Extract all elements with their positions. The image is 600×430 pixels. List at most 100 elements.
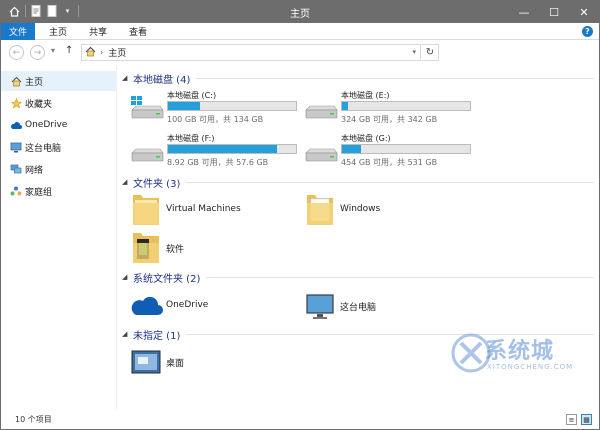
drive-usage-fill bbox=[168, 145, 277, 153]
folder-icon bbox=[130, 229, 162, 267]
drive-free-space: 454 GB 可用，共 531 GB bbox=[341, 158, 438, 167]
group-title: 文件夹 (3) bbox=[133, 178, 181, 190]
folder-virtual-machines[interactable]: Virtual Machines bbox=[130, 191, 330, 229]
desktop-icon bbox=[130, 343, 162, 381]
computer-icon bbox=[10, 141, 22, 153]
sidebar-item-onedrive[interactable]: OneDrive bbox=[1, 115, 117, 135]
drive-usage-bar bbox=[167, 144, 297, 154]
ribbon-tabs: 文件 主页 共享 查看 ? bbox=[1, 23, 599, 40]
desktop-item[interactable]: 桌面 bbox=[130, 343, 330, 381]
group-title: 未指定 (1) bbox=[133, 330, 181, 342]
drive-usage-fill bbox=[342, 145, 362, 153]
status-bar: 10 个项目 ≡ ▦ bbox=[1, 410, 599, 430]
group-title: 系统文件夹 (2) bbox=[133, 273, 201, 285]
properties-icon[interactable] bbox=[29, 5, 42, 18]
folder-label: Windows bbox=[340, 204, 381, 214]
drive-usage-fill bbox=[342, 102, 349, 110]
new-folder-icon[interactable] bbox=[45, 5, 58, 18]
home-icon bbox=[10, 75, 22, 87]
navigation-pane: 主页 收藏夹 OneDrive 这台电脑 网络 家庭组 bbox=[1, 65, 117, 410]
computer-icon bbox=[304, 287, 336, 325]
folder-software[interactable]: 软件 bbox=[130, 229, 330, 267]
sidebar-item-label: 收藏夹 bbox=[25, 99, 53, 110]
onedrive-icon bbox=[130, 287, 163, 325]
breadcrumb-separator[interactable]: › bbox=[100, 48, 103, 57]
drive-usage-fill bbox=[168, 102, 200, 110]
tab-view[interactable]: 查看 bbox=[121, 23, 155, 40]
refresh-button[interactable]: ↻ bbox=[422, 44, 439, 61]
sidebar-item-label: 家庭组 bbox=[25, 187, 53, 198]
address-home-icon bbox=[85, 46, 96, 60]
drive-f[interactable]: 本地磁盘 (F:) 8.92 GB 可用，共 57.6 GB bbox=[130, 133, 305, 169]
customize-toolbar-icon[interactable]: ▾ bbox=[61, 5, 74, 18]
folder-label: OneDrive bbox=[166, 300, 209, 310]
quick-access-toolbar: ▾ bbox=[5, 4, 79, 18]
recent-locations-button[interactable]: ▾ bbox=[51, 46, 55, 55]
drive-icon bbox=[130, 139, 164, 163]
tab-file[interactable]: 文件 bbox=[1, 23, 35, 40]
drive-free-space: 100 GB 可用，共 134 GB bbox=[167, 115, 264, 124]
forward-button[interactable]: → bbox=[30, 45, 45, 60]
homegroup-icon bbox=[10, 185, 22, 197]
drive-free-space: 324 GB 可用，共 342 GB bbox=[341, 115, 438, 124]
drive-e[interactable]: 本地磁盘 (E:) 324 GB 可用，共 342 GB bbox=[304, 90, 479, 126]
address-bar[interactable]: › 主页 ▾ bbox=[81, 44, 421, 61]
folder-label: 这台电脑 bbox=[340, 303, 377, 313]
sidebar-item-home[interactable]: 主页 bbox=[1, 71, 117, 91]
maximize-button[interactable]: ☐ bbox=[539, 1, 569, 23]
sidebar-item-network[interactable]: 网络 bbox=[1, 159, 117, 179]
explorer-window: ▾ 主页 — ☐ ✕ 文件 主页 共享 查看 ? ← → ▾ ↑ › 主页 ▾ … bbox=[0, 0, 600, 430]
group-header-folders[interactable]: ◢ 文件夹 (3) bbox=[118, 175, 596, 190]
drive-c[interactable]: 本地磁盘 (C:) 100 GB 可用，共 134 GB bbox=[130, 90, 305, 126]
folder-windows[interactable]: Windows bbox=[304, 191, 504, 229]
folder-icon bbox=[130, 191, 162, 229]
tab-home[interactable]: 主页 bbox=[41, 23, 75, 40]
help-icon[interactable]: ? bbox=[582, 26, 593, 37]
drive-name: 本地磁盘 (F:) bbox=[167, 134, 215, 143]
folder-label: 软件 bbox=[166, 245, 185, 255]
address-dropdown-icon[interactable]: ▾ bbox=[412, 48, 416, 56]
sidebar-item-this-pc[interactable]: 这台电脑 bbox=[1, 137, 117, 157]
drive-name: 本地磁盘 (E:) bbox=[341, 91, 390, 100]
folder-label: 桌面 bbox=[166, 359, 185, 369]
drive-name: 本地磁盘 (C:) bbox=[167, 91, 217, 100]
app-home-icon[interactable] bbox=[8, 5, 21, 18]
watermark: 系统城 XITONGCHENG.COM bbox=[451, 319, 591, 397]
minimize-button[interactable]: — bbox=[509, 1, 539, 23]
collapse-icon[interactable]: ◢ bbox=[122, 178, 132, 186]
sidebar-item-favorites[interactable]: 收藏夹 bbox=[1, 93, 117, 113]
network-icon bbox=[10, 163, 22, 175]
drive-usage-bar bbox=[341, 101, 471, 111]
group-divider bbox=[196, 77, 594, 79]
up-button[interactable]: ↑ bbox=[65, 45, 73, 56]
sidebar-item-label: 主页 bbox=[25, 77, 44, 88]
star-icon bbox=[10, 97, 22, 109]
drive-free-space: 8.92 GB 可用，共 57.6 GB bbox=[167, 158, 269, 167]
group-header-drives[interactable]: ◢ 本地磁盘 (4) bbox=[118, 71, 596, 86]
group-header-system-folders[interactable]: ◢ 系统文件夹 (2) bbox=[118, 270, 596, 285]
folder-label: Virtual Machines bbox=[166, 204, 241, 214]
group-title: 本地磁盘 (4) bbox=[133, 74, 191, 86]
windows-drive-icon bbox=[130, 96, 164, 120]
item-count: 10 个项目 bbox=[15, 415, 52, 424]
collapse-icon[interactable]: ◢ bbox=[122, 330, 132, 338]
tab-share[interactable]: 共享 bbox=[81, 23, 115, 40]
cloud-icon bbox=[10, 119, 22, 131]
details-view-icon[interactable]: ≡ bbox=[566, 414, 577, 425]
collapse-icon[interactable]: ◢ bbox=[122, 273, 132, 281]
close-button[interactable]: ✕ bbox=[569, 1, 599, 23]
drive-icon bbox=[304, 139, 338, 163]
group-divider bbox=[186, 181, 594, 183]
sidebar-item-homegroup[interactable]: 家庭组 bbox=[1, 181, 117, 201]
navigation-bar: ← → ▾ ↑ › 主页 ▾ ↻ bbox=[1, 40, 599, 65]
system-folder-onedrive[interactable]: OneDrive bbox=[130, 287, 330, 325]
breadcrumb-home[interactable]: 主页 bbox=[108, 46, 126, 59]
drive-usage-bar bbox=[341, 144, 471, 154]
group-divider bbox=[206, 276, 594, 278]
collapse-icon[interactable]: ◢ bbox=[122, 74, 132, 82]
drive-g[interactable]: 本地磁盘 (G:) 454 GB 可用，共 531 GB bbox=[304, 133, 479, 169]
drive-icon bbox=[304, 96, 338, 120]
tiles-view-icon[interactable]: ▦ bbox=[581, 414, 592, 425]
back-button[interactable]: ← bbox=[9, 45, 24, 60]
watermark-subtext: XITONGCHENG.COM bbox=[487, 363, 574, 371]
